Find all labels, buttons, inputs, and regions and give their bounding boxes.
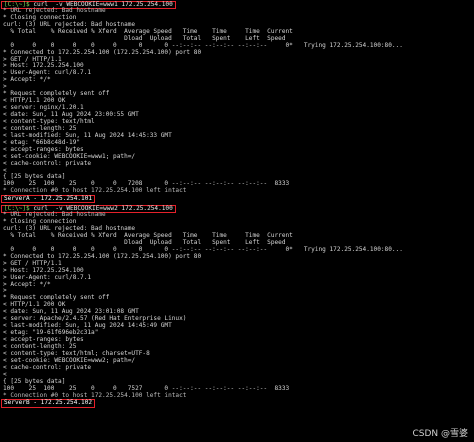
response-header: < [3,370,7,378]
request-line: > Accept: */* [3,76,51,84]
request-line: > User-Agent: curl/8.7.1 [3,69,92,77]
csdn-watermark: CSDN @雪⁠婆 [412,429,468,439]
request-line: > User-Agent: curl/8.7.1 [3,273,92,281]
result-line-2: ServerB - 172.25.254.102 [1,399,474,408]
server-response-text: ServerA - 172.25.254.101 [4,195,93,203]
result-highlight-2: ServerB - 172.25.254.102 [1,399,96,408]
output-line: * Connected to 172.25.254.100 (172.25.25… [3,48,202,56]
terminal-window[interactable]: [C:\~]$ curl -v WEBCOOKIE=www1 172.25.25… [0,0,474,442]
output-line: * Request completely sent off [3,294,110,302]
response-header: < [3,166,7,174]
output-block-2: * URL rejected: Bad hostname * Closing c… [3,211,474,399]
output-block-1: * URL rejected: Bad hostname * Closing c… [3,7,474,195]
response-header: < cache-control: private [3,363,92,371]
request-line: > Accept: */* [3,280,51,288]
response-header: < cache-control: private [3,159,92,167]
output-line: * Connection #0 to host 172.25.254.100 l… [3,187,187,195]
result-highlight-1: ServerA - 172.25.254.101 [1,195,96,204]
output-line: * Connected to 172.25.254.100 (172.25.25… [3,252,202,260]
server-response-text: ServerB - 172.25.254.102 [4,399,93,407]
output-line: * Request completely sent off [3,90,110,98]
result-line-1: ServerA - 172.25.254.101 [1,195,474,204]
output-line: * Connection #0 to host 172.25.254.100 l… [3,391,187,399]
